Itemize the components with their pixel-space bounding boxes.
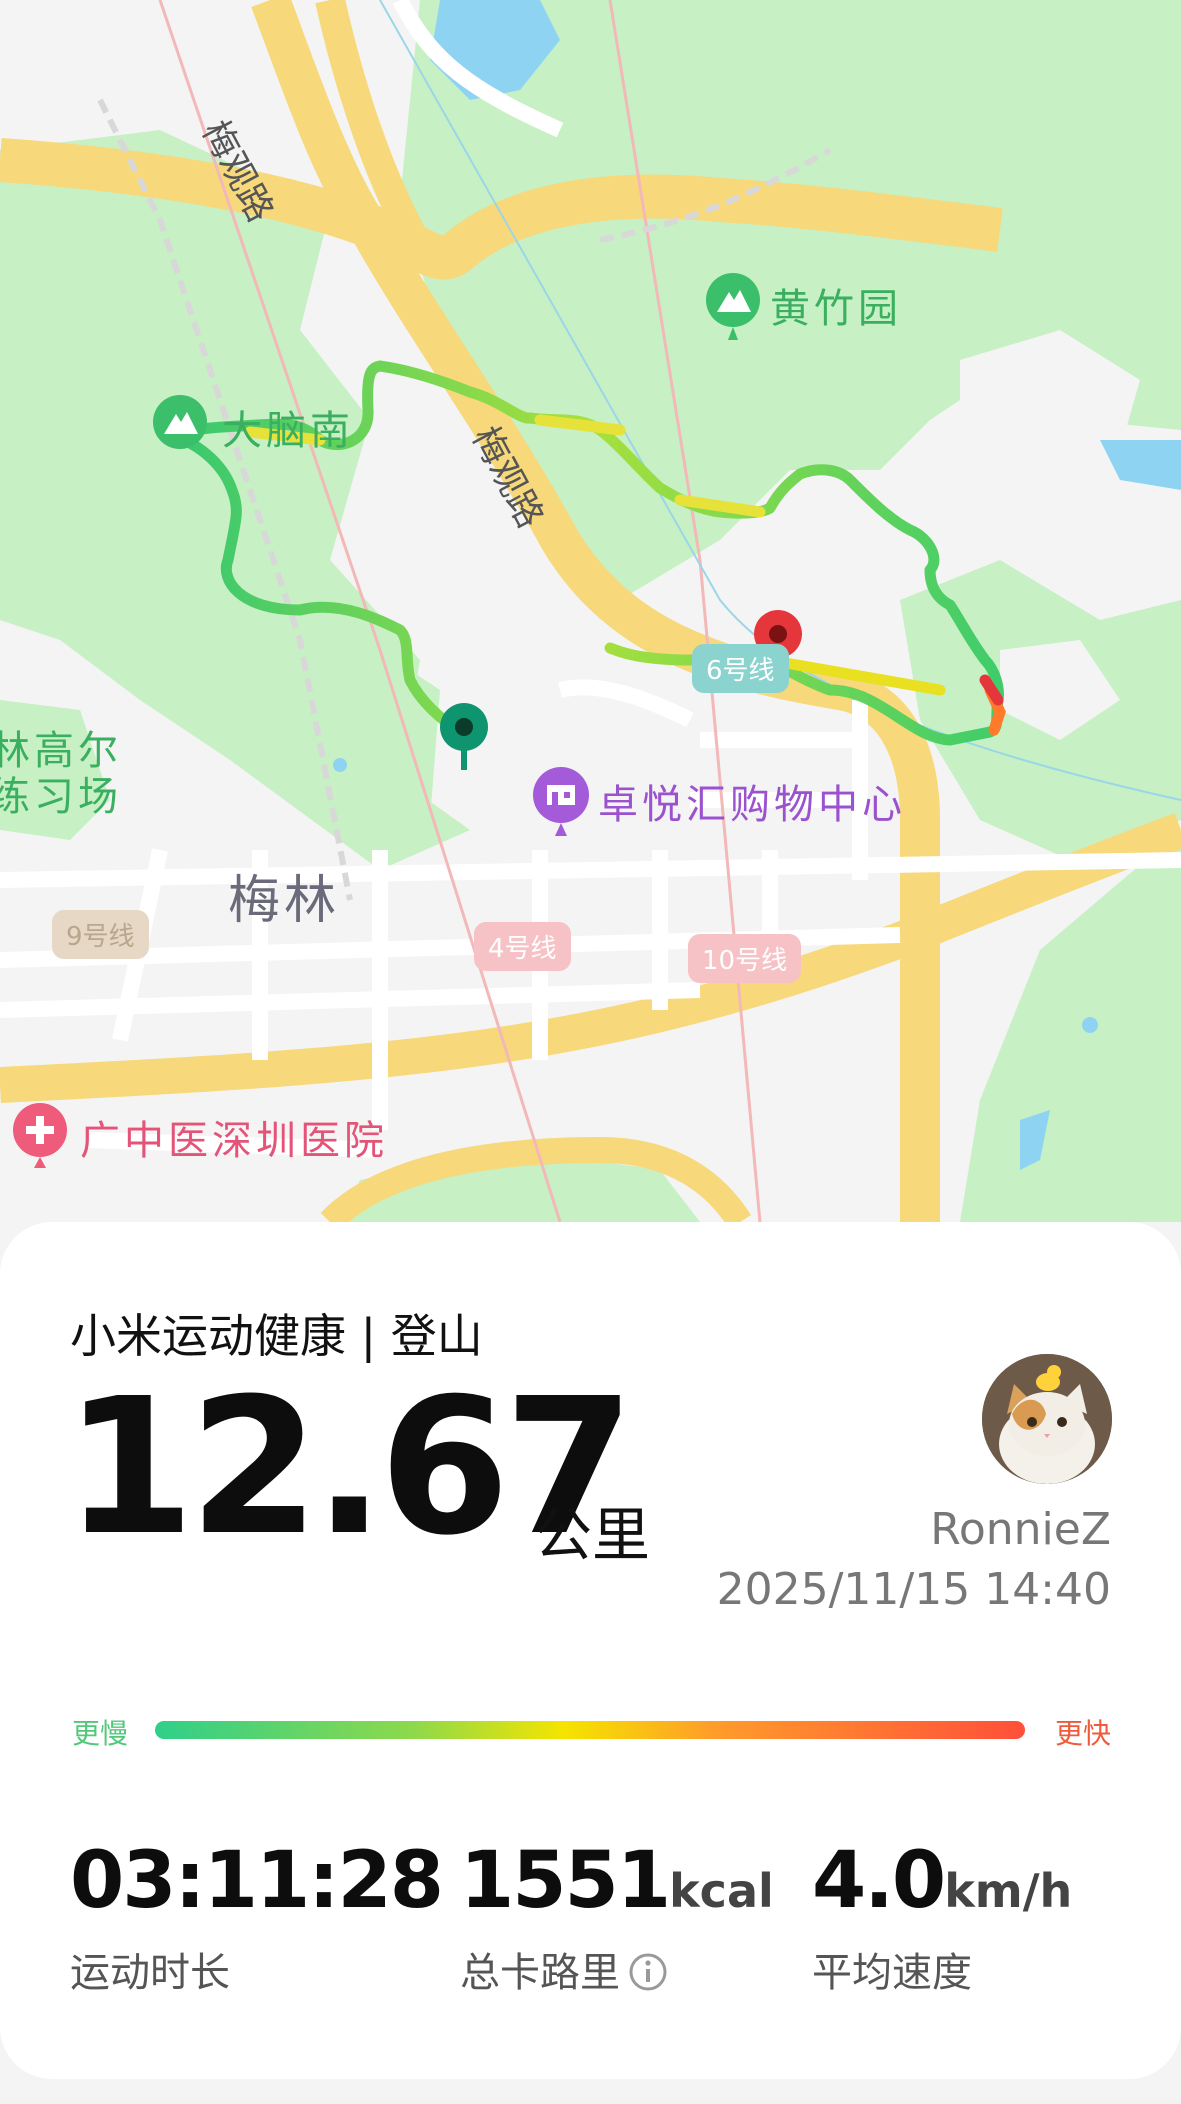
poi-label-zhuoyuehui[interactable]: 卓悦汇购物中心 xyxy=(598,772,906,830)
poi-label-danaonan[interactable]: 大脑南 xyxy=(222,398,354,456)
pace-legend-fast: 更快 xyxy=(1054,1717,1111,1750)
poi-label-huangzhuyuan[interactable]: 黄竹园 xyxy=(770,276,902,334)
cat-avatar-image xyxy=(982,1354,1112,1484)
metro-line-9-badge: 9号线 xyxy=(52,910,149,959)
stat-calories-label: 总卡路里 xyxy=(460,1950,620,1996)
metro-line-10-badge: 10号线 xyxy=(688,934,802,983)
stat-avg-speed-label: 平均速度 xyxy=(812,1950,972,1996)
username: RonnieZ xyxy=(930,1504,1111,1555)
stat-duration-label: 运动时长 xyxy=(70,1950,230,1996)
metro-line-6-badge: 6号线 xyxy=(692,644,789,693)
workout-datetime: 2025/11/15 14:40 xyxy=(716,1564,1111,1615)
workout-summary-card: 小米运动健康 | 登山 12.67 公里 RonnieZ 2025/11/15 … xyxy=(0,1222,1181,2079)
metro-line-4-badge: 4号线 xyxy=(474,922,571,971)
mountain-poi-icon xyxy=(153,395,207,449)
pace-gradient-bar xyxy=(155,1721,1025,1739)
stat-calories-unit: kcal xyxy=(669,1864,774,1918)
stat-avg-speed-value: 4.0 xyxy=(812,1836,946,1926)
distance-unit: 公里 xyxy=(534,1501,651,1569)
poi-label-golf-line2[interactable]: 练习场 xyxy=(0,764,122,822)
stat-avg-speed-unit: km/h xyxy=(944,1864,1073,1918)
avatar[interactable] xyxy=(982,1354,1112,1484)
poi-label-hospital[interactable]: 广中医深圳医院 xyxy=(80,1108,388,1166)
pace-legend-slow: 更慢 xyxy=(72,1717,129,1750)
stat-calories-value: 1551 xyxy=(460,1836,671,1926)
stat-duration: 03:11:28 运动时长 xyxy=(70,1842,444,1998)
app-title: 小米运动健康 | 登山 xyxy=(70,1309,483,1363)
info-icon[interactable] xyxy=(628,1952,668,1992)
stat-duration-value: 03:11:28 xyxy=(70,1836,444,1926)
area-label-meilin: 梅林 xyxy=(228,871,341,931)
stat-calories: 1551kcal 总卡路里 xyxy=(460,1842,774,1998)
stat-avg-speed: 4.0km/h 平均速度 xyxy=(812,1842,1072,1998)
